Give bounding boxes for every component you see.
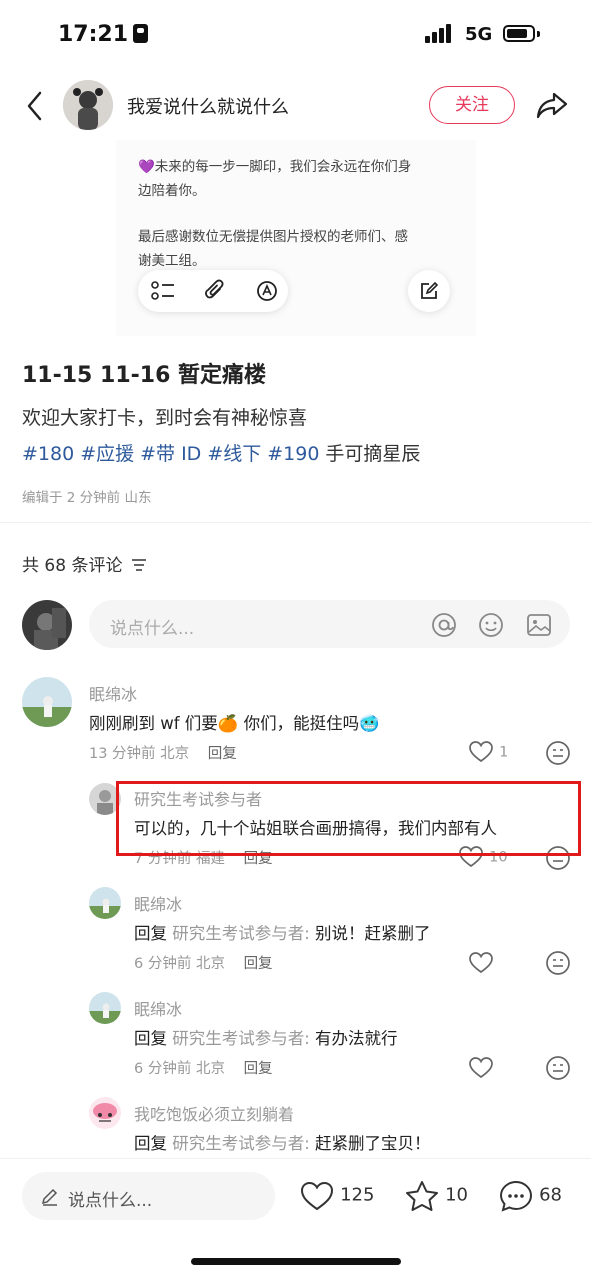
sort-icon bbox=[131, 559, 146, 571]
edited-info: 编辑于 2 分钟前 山东 bbox=[22, 490, 152, 506]
post-comment-button[interactable]: 68 bbox=[498, 1179, 562, 1213]
image-text-line-2: 边陪着你。 bbox=[138, 183, 206, 199]
reply-button[interactable]: 回复 bbox=[244, 1061, 273, 1077]
reply-target[interactable]: 研究生考试参与者: bbox=[172, 1134, 310, 1153]
post-collect-button[interactable]: 10 bbox=[404, 1179, 468, 1213]
image-text-line-1: 💜未来的每一步一脚印，我们会永远在你们身 bbox=[138, 159, 412, 175]
post-collect-count: 10 bbox=[445, 1184, 468, 1206]
avatar-art bbox=[89, 1097, 121, 1129]
comment-more-icon[interactable] bbox=[544, 1054, 572, 1082]
like-count: 1 bbox=[499, 744, 509, 761]
pen-circle-icon bbox=[257, 281, 277, 301]
share-button[interactable] bbox=[534, 88, 570, 122]
comment-text: 回复 研究生考试参与者: 别说！赶紧删了 bbox=[134, 920, 431, 944]
edit-icon bbox=[421, 281, 439, 299]
heart-icon bbox=[300, 1181, 334, 1211]
commenter-avatar[interactable] bbox=[89, 887, 121, 919]
comment-time-location: 6 分钟前 北京 bbox=[134, 1061, 225, 1077]
post-like-count: 125 bbox=[340, 1184, 375, 1206]
image-toolbar bbox=[138, 270, 288, 312]
tag-link[interactable]: #带 ID bbox=[140, 443, 201, 465]
follow-button[interactable]: 关注 bbox=[429, 86, 515, 124]
heart-icon[interactable] bbox=[468, 1056, 494, 1080]
tag-link[interactable]: #180 bbox=[22, 443, 74, 465]
comment-more-icon[interactable] bbox=[544, 949, 572, 977]
reply-body: 有办法就行 bbox=[309, 1029, 398, 1048]
reply-body: 别说！赶紧删了 bbox=[309, 924, 431, 943]
battery-tip bbox=[537, 31, 540, 37]
tags-tail-text: 手可摘星辰 bbox=[325, 443, 421, 465]
reply-prefix: 回复 bbox=[134, 1029, 167, 1048]
comment-time-location: 6 分钟前 北京 bbox=[134, 956, 225, 972]
comment-author[interactable]: 眠绵冰 bbox=[89, 681, 137, 705]
id-badge-icon bbox=[133, 24, 149, 43]
comment-text: 回复 研究生考试参与者: 有办法就行 bbox=[134, 1025, 398, 1049]
commenter-avatar[interactable] bbox=[22, 677, 72, 727]
reply-prefix: 回复 bbox=[134, 1134, 167, 1153]
heart-icon bbox=[469, 741, 493, 763]
author-avatar[interactable] bbox=[63, 80, 113, 130]
reply-target[interactable]: 研究生考试参与者: bbox=[172, 924, 310, 943]
post-tags: #180 #应援 #带 ID #线下 #190 手可摘星辰 bbox=[22, 439, 420, 466]
reply-button[interactable]: 回复 bbox=[244, 956, 273, 972]
commenter-avatar[interactable] bbox=[89, 1097, 121, 1129]
comment-count-label: 共 68 条评论 bbox=[22, 556, 123, 576]
network-label: 5G bbox=[465, 24, 493, 45]
comment-author[interactable]: 眠绵冰 bbox=[134, 996, 182, 1020]
avatar-art bbox=[63, 80, 113, 130]
image-icon[interactable] bbox=[525, 611, 553, 639]
reply-button[interactable]: 回复 bbox=[208, 746, 237, 762]
back-button[interactable] bbox=[22, 88, 52, 124]
comment-time-location: 13 分钟前 北京 bbox=[89, 746, 190, 762]
commenter-avatar[interactable] bbox=[89, 992, 121, 1024]
pencil-icon bbox=[41, 1188, 58, 1206]
emoji-icon[interactable] bbox=[477, 611, 505, 639]
checklist-icon bbox=[151, 281, 174, 300]
reply-body: 赶紧删了宝贝！ bbox=[309, 1134, 431, 1153]
comment-input-placeholder: 说点什么... bbox=[110, 619, 195, 639]
divider bbox=[0, 522, 591, 523]
post-title: 11-15 11-16 暂定痛楼 bbox=[22, 363, 267, 388]
comment-bubble-icon bbox=[499, 1180, 533, 1212]
avatar-art bbox=[22, 677, 72, 727]
avatar-art bbox=[89, 992, 121, 1024]
back-arrow-icon bbox=[27, 91, 42, 121]
comment-count[interactable]: 共 68 条评论 bbox=[22, 551, 147, 576]
bottom-input-placeholder: 说点什么... bbox=[68, 1191, 153, 1211]
post-like-button[interactable]: 125 bbox=[299, 1180, 374, 1212]
heart-icon[interactable] bbox=[468, 951, 494, 975]
comment-meta: 6 分钟前 北京 回复 bbox=[134, 1057, 273, 1078]
tag-link[interactable]: #线下 bbox=[207, 443, 261, 465]
star-icon bbox=[406, 1181, 438, 1211]
attachment-icon bbox=[205, 279, 224, 299]
edit-tool-button bbox=[408, 270, 450, 312]
home-indicator bbox=[191, 1258, 401, 1265]
highlight-box bbox=[116, 781, 581, 856]
my-avatar[interactable] bbox=[22, 600, 72, 650]
tag-link[interactable]: #190 bbox=[267, 443, 319, 465]
tag-link[interactable]: #应援 bbox=[80, 443, 134, 465]
reply-prefix: 回复 bbox=[134, 924, 167, 943]
reply-target[interactable]: 研究生考试参与者: bbox=[172, 1029, 310, 1048]
share-icon bbox=[536, 92, 568, 119]
author-name[interactable]: 我爱说什么就说什么 bbox=[127, 93, 289, 119]
battery-icon bbox=[503, 25, 535, 42]
my-avatar-art bbox=[22, 600, 72, 650]
comment-author[interactable]: 眠绵冰 bbox=[134, 891, 182, 915]
post-content: 欢迎大家打卡，到时会有神秘惊喜 bbox=[22, 407, 308, 429]
status-time: 17:21 bbox=[58, 22, 149, 47]
comment-text: 刚刚刷到 wf 们要🍊 你们，能挺住吗🥶 bbox=[89, 714, 380, 733]
comment-meta: 6 分钟前 北京 回复 bbox=[134, 952, 273, 973]
mention-icon[interactable] bbox=[430, 611, 458, 639]
post-comment-count: 68 bbox=[539, 1184, 562, 1206]
comment-text: 回复 研究生考试参与者: 赶紧删了宝贝！ bbox=[134, 1130, 431, 1154]
avatar-art bbox=[89, 887, 121, 919]
signal-icon bbox=[425, 24, 453, 43]
image-text-line-3: 最后感谢数位无偿提供图片授权的老师们、感 bbox=[138, 229, 408, 245]
comment-author[interactable]: 我吃饱饭必须立刻躺着 bbox=[134, 1101, 294, 1125]
comment-meta: 13 分钟前 北京 回复 bbox=[89, 742, 237, 763]
comment-like[interactable]: 1 bbox=[468, 740, 508, 764]
comment-more-icon[interactable] bbox=[544, 739, 572, 767]
